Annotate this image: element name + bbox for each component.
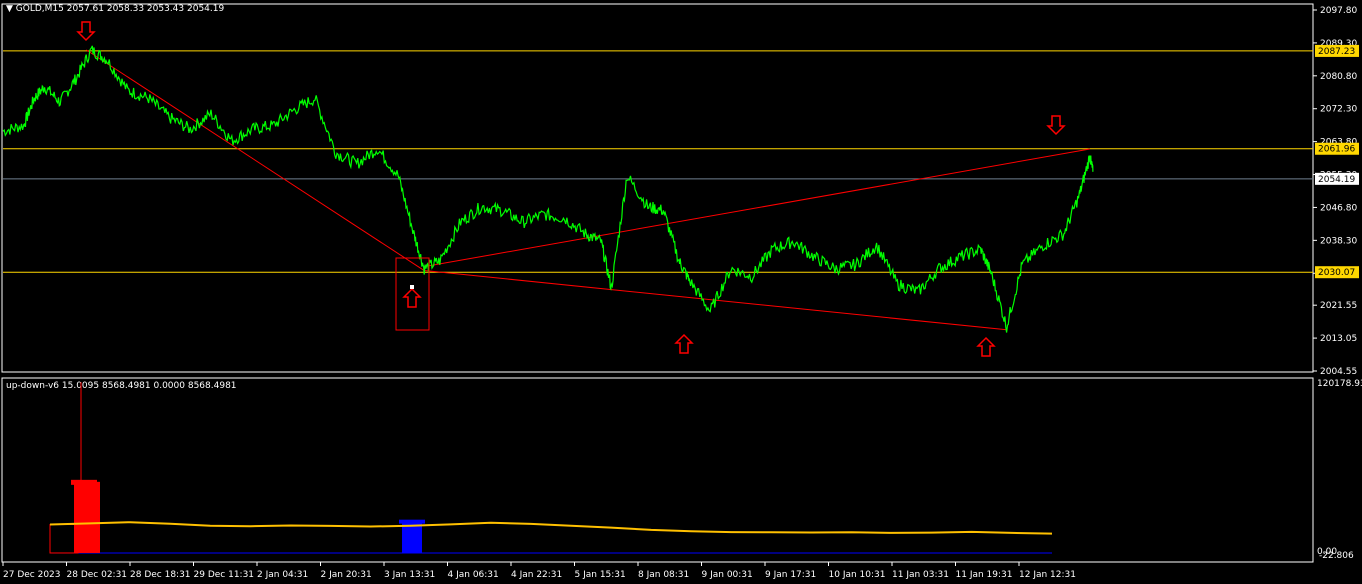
hist-down-cap bbox=[399, 519, 425, 524]
down-arrow-icon bbox=[1046, 115, 1066, 136]
y-tick-label: 2072.30 bbox=[1320, 105, 1357, 115]
hist-up-outline bbox=[49, 524, 79, 554]
level-price-label: 2061.96 bbox=[1318, 145, 1355, 155]
up-arrow-icon bbox=[976, 336, 996, 357]
down-arrow-icon bbox=[76, 21, 96, 42]
ma-line bbox=[49, 521, 1053, 535]
current-price-label: 2054.19 bbox=[1318, 175, 1355, 185]
level-price-label: 2030.07 bbox=[1318, 268, 1355, 278]
x-tick-label: 27 Dec 2023 bbox=[3, 570, 61, 580]
y-tick-label: 2021.55 bbox=[1320, 301, 1357, 311]
x-tick-label: 29 Dec 11:31 bbox=[194, 570, 255, 580]
sub-frame bbox=[1, 377, 1314, 563]
x-tick-label: 4 Jan 06:31 bbox=[448, 570, 499, 580]
sub-y-tick-label: 120178.93 bbox=[1317, 379, 1362, 389]
x-tick-label: 3 Jan 13:31 bbox=[384, 570, 435, 580]
x-tick-label: 5 Jan 15:31 bbox=[575, 570, 626, 580]
up-arrow-icon bbox=[674, 333, 694, 354]
x-tick-label: 12 Jan 12:31 bbox=[1019, 570, 1076, 580]
x-tick-label: 2 Jan 04:31 bbox=[257, 570, 308, 580]
chart-window: ▼ GOLD,M15 2057.61 2058.33 2053.43 2054.… bbox=[0, 0, 1362, 584]
hist-up-cap bbox=[71, 479, 97, 485]
x-tick-label: 9 Jan 17:31 bbox=[765, 570, 816, 580]
sub-y-tick-label: -22.806 bbox=[1319, 551, 1354, 561]
trend-line bbox=[424, 148, 1090, 268]
y-tick-label: 2046.80 bbox=[1320, 203, 1357, 213]
chart-svg: 2097.802089.302080.802072.302063.802055.… bbox=[1, 3, 1362, 580]
y-tick-label: 2004.55 bbox=[1320, 367, 1357, 377]
x-tick-label: 11 Jan 03:31 bbox=[892, 570, 949, 580]
x-tick-label: 4 Jan 22:31 bbox=[511, 570, 562, 580]
x-tick-label: 8 Jan 08:31 bbox=[638, 570, 689, 580]
x-tick-label: 10 Jan 10:31 bbox=[829, 570, 886, 580]
price-line bbox=[2, 45, 1094, 333]
y-tick-label: 2097.80 bbox=[1320, 6, 1357, 16]
x-tick-label: 11 Jan 19:31 bbox=[956, 570, 1013, 580]
y-tick-label: 2080.80 bbox=[1320, 72, 1357, 82]
x-tick-label: 28 Dec 02:31 bbox=[67, 570, 128, 580]
level-price-label: 2087.23 bbox=[1318, 47, 1355, 57]
x-tick-label: 9 Jan 00:31 bbox=[702, 570, 753, 580]
x-tick-label: 28 Dec 18:31 bbox=[130, 570, 191, 580]
signal-dot bbox=[410, 285, 414, 289]
up-arrow-icon bbox=[402, 287, 422, 308]
trend-line bbox=[85, 49, 425, 271]
y-tick-label: 2013.05 bbox=[1320, 334, 1357, 344]
x-tick-label: 2 Jan 20:31 bbox=[321, 570, 372, 580]
y-tick-label: 2038.30 bbox=[1320, 236, 1357, 246]
main-frame bbox=[1, 3, 1314, 373]
